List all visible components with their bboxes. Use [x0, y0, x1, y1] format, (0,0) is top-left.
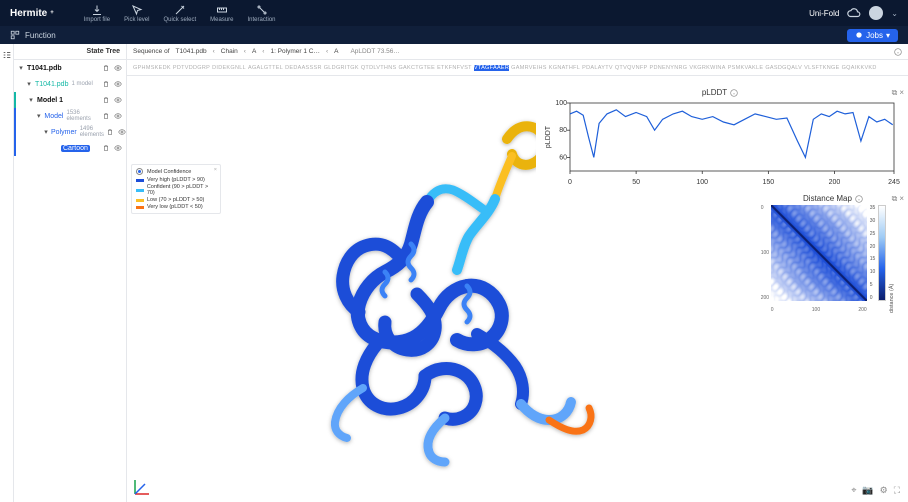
state-tree: ▾T1041.pdb▾T1041.pdb 1 model▾Model 1▾Mod…: [14, 60, 126, 502]
toolbar: Import file Pick level Quick select Meas…: [84, 4, 276, 23]
delete-icon[interactable]: [102, 64, 110, 72]
svg-text:80: 80: [559, 127, 567, 134]
brand-text: Hermite: [10, 8, 47, 19]
delete-icon[interactable]: [102, 144, 110, 152]
tool-interaction[interactable]: Interaction: [247, 4, 275, 23]
radio-icon[interactable]: [136, 168, 143, 175]
chevron-down-icon[interactable]: ⌄: [891, 9, 898, 18]
plddt-panel: pLDDT ⧉× 60 80 100 0 50 100 150 200 245 pLDDT: [536, 88, 904, 188]
tree-node[interactable]: ▾T1041.pdb 1 model: [14, 76, 126, 92]
tool-import[interactable]: Import file: [84, 4, 110, 23]
screenshot-icon[interactable]: 📷: [862, 485, 873, 496]
svg-text:100: 100: [696, 179, 708, 186]
function-icon: [10, 30, 20, 40]
left-rail: [0, 44, 14, 502]
tree-node[interactable]: ▾Model 1: [14, 92, 126, 108]
eye-icon[interactable]: [114, 80, 122, 88]
cursor-icon: [131, 4, 143, 16]
wand-icon: [174, 4, 186, 16]
info-icon[interactable]: [894, 48, 902, 56]
tree-node[interactable]: ▾T1041.pdb: [14, 60, 126, 76]
detach-icon[interactable]: ⧉: [892, 194, 898, 204]
svg-text:pLDDT: pLDDT: [545, 125, 552, 148]
ruler-icon: [216, 4, 228, 16]
jobs-icon: [855, 31, 863, 39]
heatmap-y-axis: 0100200: [761, 205, 769, 301]
colorbar-ticks: 35302520151050: [870, 205, 876, 301]
distance-map-title: Distance Map: [803, 194, 852, 203]
delete-icon[interactable]: [102, 96, 110, 104]
delete-icon[interactable]: [102, 112, 110, 120]
close-icon[interactable]: ×: [214, 167, 217, 173]
close-icon[interactable]: ×: [899, 194, 904, 204]
eye-icon[interactable]: [114, 112, 122, 120]
plddt-chart[interactable]: 60 80 100 0 50 100 150 200 245 pLDDT: [540, 97, 900, 187]
colorbar: [878, 205, 886, 301]
info-icon[interactable]: [730, 89, 738, 97]
sequence-breadcrumb: Sequence of T1041.pdb‹ Chain‹ A‹ 1: Poly…: [127, 44, 908, 60]
distance-heatmap[interactable]: [771, 205, 867, 301]
info-icon[interactable]: [855, 195, 863, 203]
reset-icon[interactable]: ⌖: [851, 485, 856, 496]
eye-icon[interactable]: [114, 144, 122, 152]
tool-measure[interactable]: Measure: [210, 4, 233, 23]
svg-text:200: 200: [829, 179, 841, 186]
heatmap-x-axis: 0100200: [771, 307, 867, 313]
close-icon[interactable]: ×: [899, 88, 904, 98]
delete-icon[interactable]: [106, 128, 114, 136]
legend-item: Confident (90 > pLDDT > 70): [136, 184, 216, 196]
viewport-controls: ⌖ 📷 ⚙ ⛶: [851, 485, 900, 496]
brand: Hermite+: [10, 8, 54, 19]
tree-title: State Tree: [14, 44, 126, 60]
right-label: Uni-Fold: [809, 9, 839, 18]
tool-pick[interactable]: Pick level: [124, 4, 149, 23]
colorbar-label: distance (Å): [889, 205, 895, 313]
sequence-strip[interactable]: GPHMSKEDKPDTVDDGRPDIDEKGNLLAGALGTTELDEDA…: [127, 60, 908, 76]
detach-icon[interactable]: ⧉: [892, 88, 898, 98]
tree-node[interactable]: Cartoon: [14, 140, 126, 156]
svg-text:100: 100: [555, 100, 567, 107]
function-label[interactable]: Function: [25, 31, 56, 40]
svg-text:150: 150: [763, 179, 775, 186]
fullscreen-icon[interactable]: ⛶: [894, 485, 900, 496]
cloud-icon[interactable]: [847, 6, 861, 20]
eye-icon[interactable]: [118, 128, 126, 136]
chevron-down-icon: ▾: [886, 31, 890, 40]
hierarchy-icon[interactable]: [2, 50, 12, 60]
distance-map-panel: Distance Map ⧉× 0100200 0100200 35302520…: [762, 194, 904, 354]
svg-text:0: 0: [568, 179, 572, 186]
delete-icon[interactable]: [102, 80, 110, 88]
legend-title: Model Confidence: [147, 169, 191, 175]
molecule-icon: [256, 4, 268, 16]
axis-gizmo: [131, 474, 155, 498]
svg-text:60: 60: [559, 154, 567, 161]
download-icon: [91, 4, 103, 16]
settings-icon[interactable]: ⚙: [880, 485, 888, 496]
eye-icon[interactable]: [114, 96, 122, 104]
plddt-title: pLDDT: [702, 88, 727, 97]
legend-item: Very high (pLDDT > 90): [136, 177, 216, 183]
svg-text:50: 50: [632, 179, 640, 186]
tool-quick[interactable]: Quick select: [163, 4, 196, 23]
svg-text:245: 245: [888, 179, 900, 186]
jobs-button[interactable]: Jobs ▾: [847, 29, 898, 42]
avatar[interactable]: [869, 6, 883, 20]
tree-node[interactable]: ▾Polymer 1496 elements: [14, 124, 126, 140]
legend-item: Low (70 > pLDDT > 50): [136, 197, 216, 203]
legend-panel: × Model Confidence Very high (pLDDT > 90…: [131, 164, 221, 214]
viewport[interactable]: Sequence of T1041.pdb‹ Chain‹ A‹ 1: Poly…: [127, 44, 908, 502]
eye-icon[interactable]: [114, 64, 122, 72]
legend-item: Very low (pLDDT < 50): [136, 204, 216, 210]
tree-node[interactable]: ▾Model 1536 elements: [14, 108, 126, 124]
